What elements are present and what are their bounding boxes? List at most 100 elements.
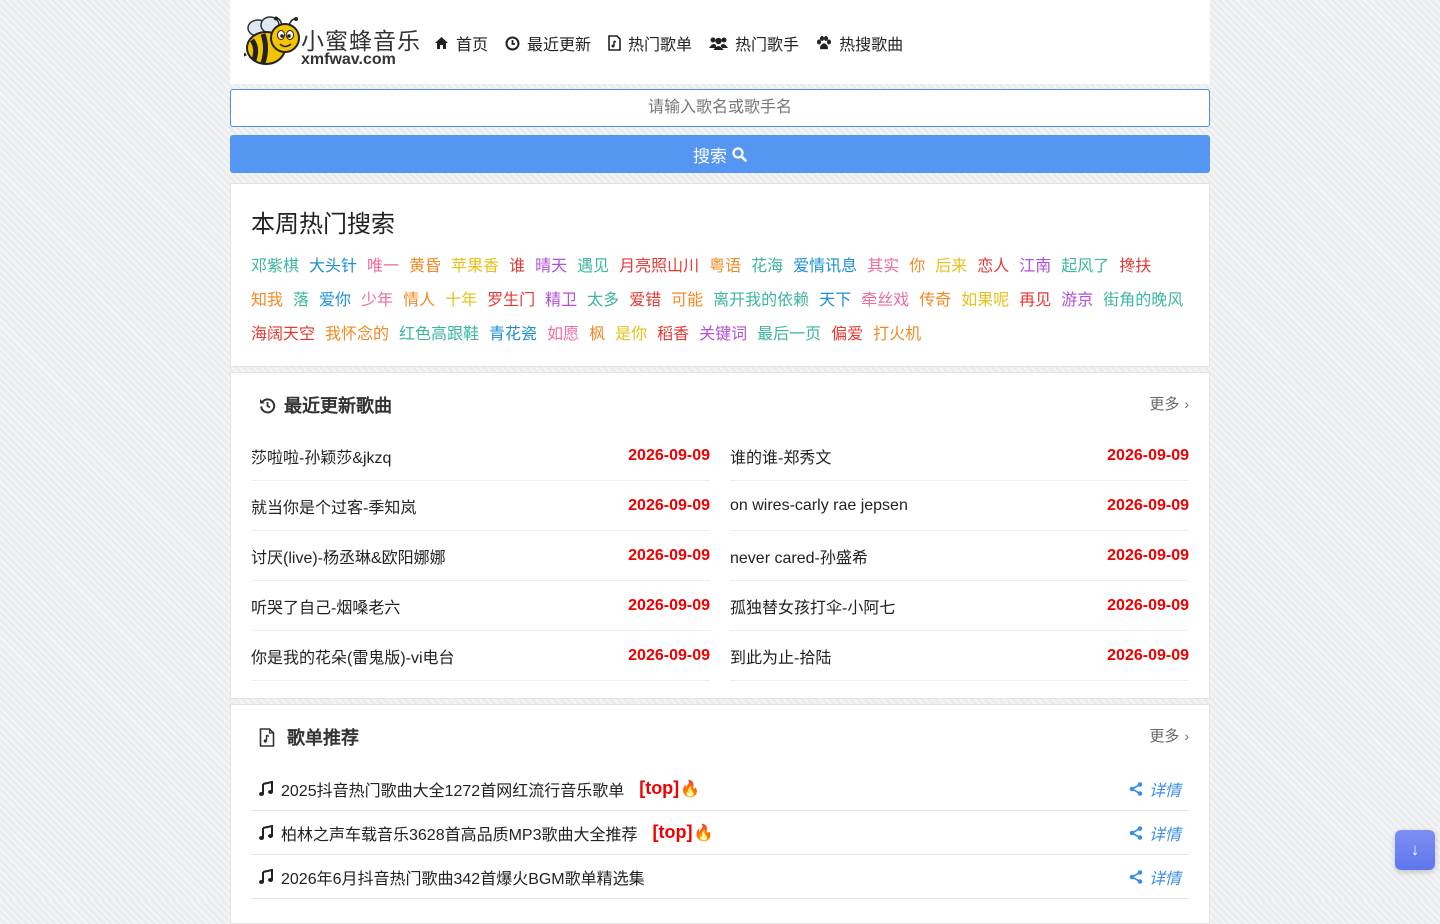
hot-search-tag[interactable]: 粤语 bbox=[709, 250, 741, 284]
song-name[interactable]: 莎啦啦-孙颖莎&jkzq bbox=[251, 444, 391, 468]
nav-home[interactable]: 首页 bbox=[434, 31, 488, 55]
share-icon bbox=[1129, 781, 1143, 796]
hot-search-tag[interactable]: 晴天 bbox=[535, 250, 567, 284]
hot-search-tag[interactable]: 起风了 bbox=[1061, 250, 1109, 284]
search-button[interactable]: 搜索 bbox=[230, 135, 1210, 173]
song-name[interactable]: never cared-孙盛希 bbox=[730, 544, 868, 568]
song-date: 2026-09-09 bbox=[628, 497, 710, 514]
hot-search-tag[interactable]: 是你 bbox=[615, 318, 647, 352]
nav-hot-playlists[interactable]: 热门歌单 bbox=[608, 31, 692, 55]
playlist-name[interactable]: 2026年6月抖音热门歌曲342首爆火BGM歌单精选集 bbox=[281, 865, 645, 889]
hot-search-tag[interactable]: 海阔天空 bbox=[251, 318, 315, 352]
hot-search-tag[interactable]: 恋人 bbox=[977, 250, 1009, 284]
nav-home-label: 首页 bbox=[456, 37, 489, 54]
song-row[interactable]: 就当你是个过客-季知岚 2026-09-09 bbox=[251, 482, 710, 531]
recent-updates-panel: 最近更新歌曲 更多 › 莎啦啦-孙颖莎&jkzq 2026-09-09 就当你是个过… bbox=[230, 372, 1210, 699]
song-name[interactable]: 到此为止-拾陆 bbox=[730, 644, 831, 668]
music-note-icon bbox=[259, 781, 273, 796]
fire-icon: 🔥 bbox=[693, 824, 714, 842]
hot-search-tag[interactable]: 知我 bbox=[251, 284, 283, 318]
hot-search-tag[interactable]: 邓紫棋 bbox=[251, 250, 299, 284]
hot-search-tag[interactable]: 江南 bbox=[1019, 250, 1051, 284]
song-name[interactable]: 讨厌(live)-杨丞琳&欧阳娜娜 bbox=[251, 544, 446, 568]
hot-search-tag[interactable]: 唯一 bbox=[367, 250, 399, 284]
hot-search-tag[interactable]: 离开我的依赖 bbox=[713, 284, 809, 318]
hot-search-tag[interactable]: 如果呢 bbox=[961, 284, 1009, 318]
hot-search-tag[interactable]: 少年 bbox=[361, 284, 393, 318]
hot-search-tag[interactable]: 枫 bbox=[589, 318, 605, 352]
song-row[interactable]: 听哭了自己-烟嗓老六 2026-09-09 bbox=[251, 582, 710, 631]
hot-search-tag[interactable]: 如愿 bbox=[547, 318, 579, 352]
hot-search-tag[interactable]: 黄昏 bbox=[409, 250, 441, 284]
song-name[interactable]: 你是我的花朵(雷鬼版)-vi电台 bbox=[251, 644, 455, 668]
hot-search-tag[interactable]: 大头针 bbox=[309, 250, 357, 284]
playlist-more-link[interactable]: 更多 › bbox=[1149, 725, 1189, 746]
hot-search-tag[interactable]: 再见 bbox=[1019, 284, 1051, 318]
hot-search-tag[interactable]: 情人 bbox=[403, 284, 435, 318]
hot-search-tag[interactable]: 稻香 bbox=[657, 318, 689, 352]
hot-search-tag[interactable]: 街角的晚风 bbox=[1103, 284, 1183, 318]
history-icon bbox=[260, 397, 276, 413]
scroll-down-button[interactable]: ↓ bbox=[1395, 830, 1435, 870]
recent-more-label: 更多 bbox=[1149, 396, 1180, 413]
hot-search-tag[interactable]: 太多 bbox=[587, 284, 619, 318]
song-name[interactable]: on wires-carly rae jepsen bbox=[730, 497, 908, 515]
recent-updates-heading: 最近更新歌曲 bbox=[259, 392, 392, 418]
hot-search-tag[interactable]: 天下 bbox=[819, 284, 851, 318]
hot-search-tag[interactable]: 牵丝戏 bbox=[861, 284, 909, 318]
hot-search-tag[interactable]: 十年 bbox=[445, 284, 477, 318]
playlist-detail-link[interactable]: 详情 bbox=[1129, 821, 1181, 845]
hot-search-tag[interactable]: 最后一页 bbox=[757, 318, 821, 352]
playlist-title: 歌单推荐 bbox=[287, 728, 359, 748]
hot-search-tag[interactable]: 其实 bbox=[867, 250, 899, 284]
hot-search-tag[interactable]: 青花瓷 bbox=[489, 318, 537, 352]
song-row[interactable]: 莎啦啦-孙颖莎&jkzq 2026-09-09 bbox=[251, 432, 710, 481]
hot-search-tag[interactable]: 后来 bbox=[935, 250, 967, 284]
recent-more-link[interactable]: 更多 › bbox=[1149, 393, 1189, 414]
nav-hot-songs[interactable]: 热搜歌曲 bbox=[816, 31, 903, 55]
hot-search-tag[interactable]: 可能 bbox=[671, 284, 703, 318]
song-date: 2026-09-09 bbox=[1107, 497, 1189, 514]
song-name[interactable]: 听哭了自己-烟嗓老六 bbox=[251, 594, 400, 618]
song-row[interactable]: 你是我的花朵(雷鬼版)-vi电台 2026-09-09 bbox=[251, 632, 710, 681]
hot-search-tag[interactable]: 苹果香 bbox=[451, 250, 499, 284]
song-row[interactable]: 到此为止-拾陆 2026-09-09 bbox=[730, 632, 1189, 681]
bee-logo[interactable] bbox=[241, 16, 302, 68]
hot-search-tag[interactable]: 月亮照山川 bbox=[619, 250, 699, 284]
song-row[interactable]: 孤独替女孩打伞-小阿七 2026-09-09 bbox=[730, 582, 1189, 631]
hot-search-tag[interactable]: 传奇 bbox=[919, 284, 951, 318]
hot-search-tag[interactable]: 游京 bbox=[1061, 284, 1093, 318]
hot-search-tag[interactable]: 你 bbox=[909, 250, 925, 284]
playlist-name[interactable]: 柏林之声车载音乐3628首高品质MP3歌曲大全推荐 bbox=[281, 821, 638, 845]
hot-search-tag[interactable]: 落 bbox=[293, 284, 309, 318]
song-row[interactable]: on wires-carly rae jepsen 2026-09-09 bbox=[730, 482, 1189, 531]
nav-recent-updates[interactable]: 最近更新 bbox=[505, 31, 591, 55]
hot-search-tag[interactable]: 关键词 bbox=[699, 318, 747, 352]
search-input[interactable] bbox=[230, 89, 1210, 127]
hot-search-tag[interactable]: 我怀念的 bbox=[325, 318, 389, 352]
hot-search-tag[interactable]: 爱情讯息 bbox=[793, 250, 857, 284]
hot-search-tag[interactable]: 爱你 bbox=[319, 284, 351, 318]
song-row[interactable]: 谁的谁-郑秀文 2026-09-09 bbox=[730, 432, 1189, 481]
playlist-name[interactable]: 2025抖音热门歌曲大全1272首网红流行音乐歌单 bbox=[281, 777, 624, 801]
song-row[interactable]: never cared-孙盛希 2026-09-09 bbox=[730, 532, 1189, 581]
playlist-detail-link[interactable]: 详情 bbox=[1129, 865, 1181, 889]
hot-search-tag[interactable]: 搀扶 bbox=[1119, 250, 1151, 284]
hot-search-tag[interactable]: 红色高跟鞋 bbox=[399, 318, 479, 352]
playlist-detail-link[interactable]: 详情 bbox=[1129, 777, 1181, 801]
song-name[interactable]: 谁的谁-郑秀文 bbox=[730, 444, 831, 468]
hot-search-tag[interactable]: 遇见 bbox=[577, 250, 609, 284]
hot-search-tag[interactable]: 谁 bbox=[509, 250, 525, 284]
nav-hot-singers[interactable]: 热门歌手 bbox=[709, 31, 799, 55]
song-name[interactable]: 就当你是个过客-季知岚 bbox=[251, 494, 416, 518]
hot-search-tag[interactable]: 打火机 bbox=[873, 318, 921, 352]
hot-search-tag[interactable]: 精卫 bbox=[545, 284, 577, 318]
hot-search-title: 本周热门搜索 bbox=[251, 211, 395, 238]
hot-search-tag[interactable]: 罗生门 bbox=[487, 284, 535, 318]
song-name[interactable]: 孤独替女孩打伞-小阿七 bbox=[730, 594, 895, 618]
hot-search-tag[interactable]: 爱错 bbox=[629, 284, 661, 318]
song-row[interactable]: 讨厌(live)-杨丞琳&欧阳娜娜 2026-09-09 bbox=[251, 532, 710, 581]
hot-search-tag[interactable]: 偏爱 bbox=[831, 318, 863, 352]
brand-domain[interactable]: xmfwav.com bbox=[301, 51, 396, 69]
hot-search-tag[interactable]: 花海 bbox=[751, 250, 783, 284]
